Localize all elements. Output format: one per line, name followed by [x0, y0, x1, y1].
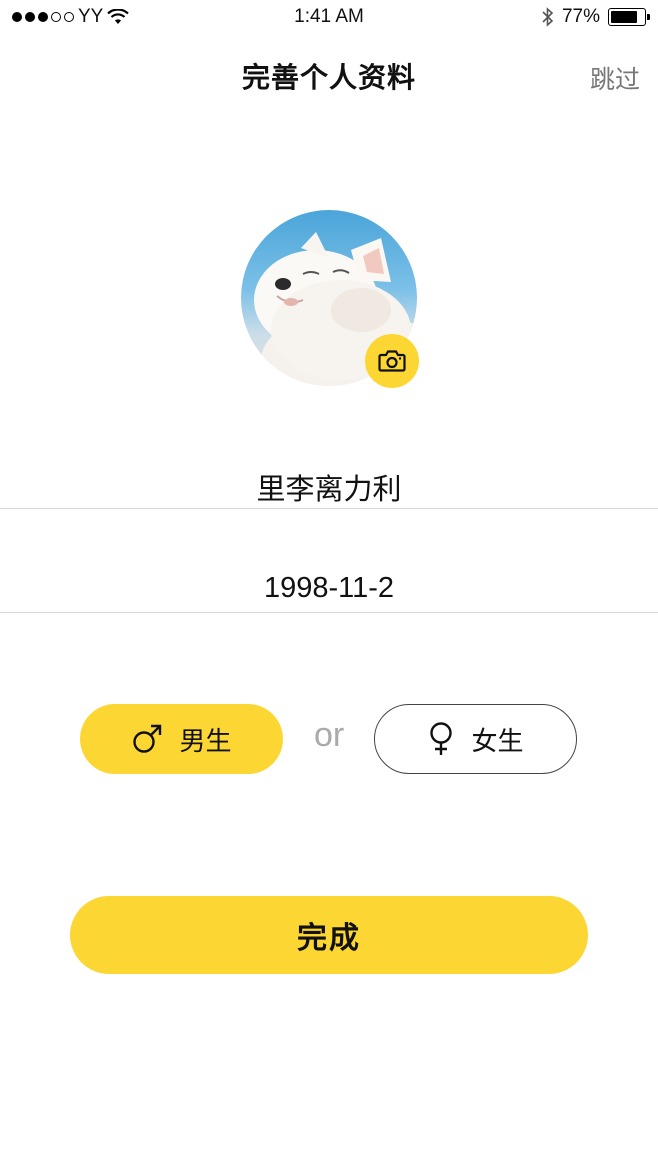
battery-icon	[608, 8, 650, 26]
camera-icon	[378, 350, 406, 372]
status-bar: YY 1:41 AM 77%	[0, 0, 658, 36]
battery-percent: 77%	[561, 6, 600, 27]
male-symbol-icon	[133, 724, 162, 753]
male-label: 男生	[179, 726, 232, 757]
nickname-field[interactable]: 里李离力利	[0, 466, 658, 508]
avatar-picker[interactable]	[241, 210, 419, 388]
bluetooth-icon	[542, 7, 554, 27]
birthday-field[interactable]: 1998-11-2	[0, 572, 658, 605]
camera-button[interactable]	[365, 334, 419, 388]
female-label: 女生	[471, 726, 524, 757]
female-button[interactable]: 女生	[374, 704, 577, 774]
divider	[0, 508, 658, 509]
or-label: or	[314, 716, 345, 754]
status-bar-right: 77%	[542, 6, 650, 28]
page-title: 完善个人资料	[241, 61, 416, 94]
male-button[interactable]: 男生	[80, 704, 283, 774]
divider	[0, 612, 658, 613]
female-symbol-icon	[430, 722, 453, 755]
done-button[interactable]: 完成	[70, 896, 588, 974]
skip-button[interactable]: 跳过	[590, 60, 640, 96]
